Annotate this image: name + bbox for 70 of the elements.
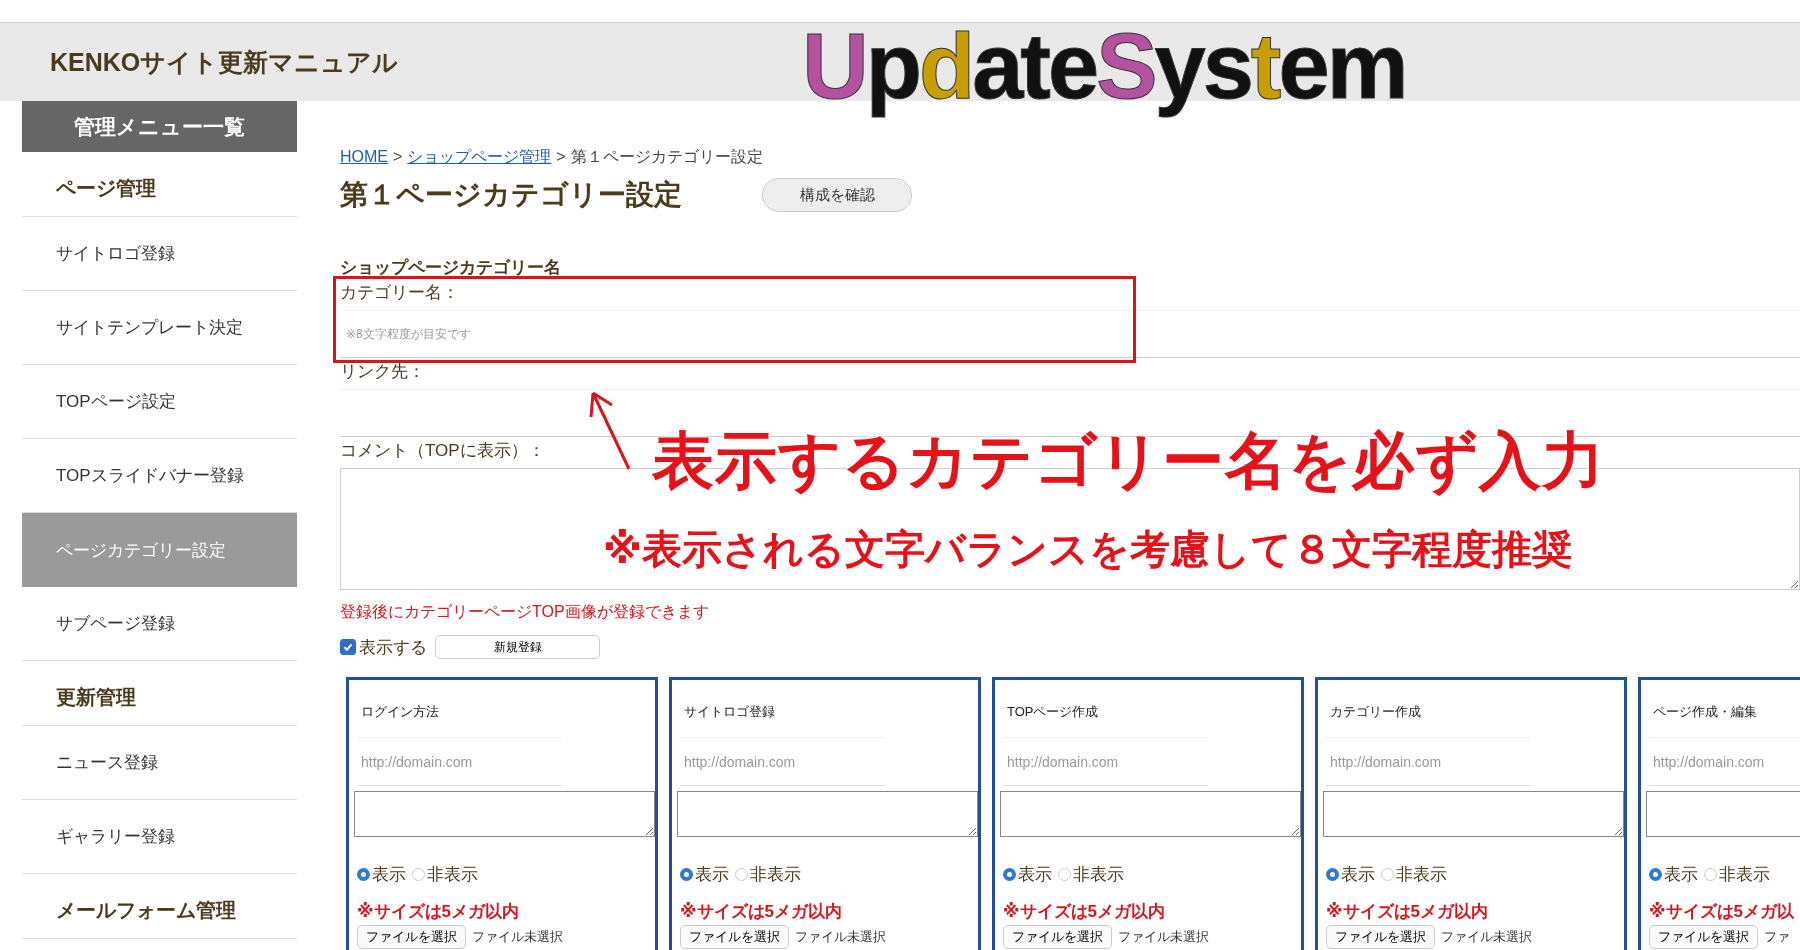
radio-button[interactable]	[1003, 868, 1016, 881]
radio-label: 表示	[1341, 864, 1375, 886]
radio-button[interactable]	[1649, 868, 1662, 881]
size-note: ※サイズは5メガ以内	[680, 901, 843, 923]
radio-label: 表示	[1018, 864, 1052, 886]
radio-label: 表示	[372, 864, 406, 886]
page-title: 第１ページカテゴリー設定	[340, 178, 682, 212]
radio-label: 非表示	[1396, 864, 1447, 886]
radio-button[interactable]	[357, 868, 370, 881]
size-note: ※サイズは5メガ以内	[1003, 901, 1166, 923]
file-button[interactable]: ファイルを選択	[1003, 925, 1112, 949]
new-button[interactable]: 新規登録	[435, 635, 600, 659]
file-status: ファイル未選択	[472, 928, 563, 946]
file-button[interactable]: ファイルを選択	[357, 925, 466, 949]
sidebar-item[interactable]: ギャラリー登録	[22, 800, 297, 874]
confirm-button[interactable]: 構成を確認	[762, 178, 912, 212]
sidebar-item[interactable]: ニュース登録	[22, 726, 297, 800]
radio-label: 表示	[695, 864, 729, 886]
checkbox-label: 表示する	[359, 636, 427, 659]
file-status: ファイル未選択	[1441, 928, 1532, 946]
annotation-subline: ※表示される文字バランスを考慮して８文字程度推奨	[603, 526, 1572, 573]
input-field[interactable]: ※8文字程度が目安です	[340, 310, 1800, 358]
field-label: リンク先：	[340, 361, 425, 383]
text-area[interactable]	[1000, 791, 1301, 837]
radio-label: 非表示	[750, 864, 801, 886]
radio-button[interactable]	[1058, 868, 1071, 881]
checkbox[interactable]	[340, 639, 356, 655]
sidebar-title: 管理メニュー一覧	[22, 101, 297, 152]
annotation-headline: 表示するカテゴリー名を必ず入力	[652, 425, 1605, 498]
sidebar-heading: ページ管理	[22, 152, 297, 217]
breadcrumb-separator: >	[393, 148, 403, 166]
breadcrumb-link[interactable]: ショップページ管理	[407, 147, 552, 168]
text-area[interactable]	[1323, 791, 1624, 837]
breadcrumb-current: 第１ページカテゴリー設定	[570, 147, 763, 167]
size-note: ※サイズは5メガ以内	[1326, 901, 1489, 923]
check-icon	[342, 641, 354, 653]
field-label: コメント（TOPに表示）：	[340, 440, 545, 462]
notice-text: 登録後にカテゴリーページTOP画像が登録できます	[340, 602, 710, 622]
section-title: ショップページカテゴリー名	[340, 257, 562, 279]
text-area[interactable]	[354, 791, 655, 837]
sidebar-item[interactable]: TOPページ設定	[22, 365, 297, 439]
radio-button[interactable]	[680, 868, 693, 881]
radio-button[interactable]	[1381, 868, 1394, 881]
radio-button[interactable]	[1704, 868, 1717, 881]
sidebar-heading: メールフォーム管理	[22, 874, 297, 939]
radio-button[interactable]	[412, 868, 425, 881]
file-button[interactable]: ファイルを選択	[680, 925, 789, 949]
size-note: ※サイズは5メガ以	[1649, 901, 1795, 923]
radio-label: 非表示	[1719, 864, 1770, 886]
site-title: KENKOサイト更新マニュアル	[50, 46, 399, 78]
radio-button[interactable]	[735, 868, 748, 881]
text-area[interactable]	[677, 791, 978, 837]
file-button[interactable]: ファイルを選択	[1326, 925, 1435, 949]
file-button[interactable]: ファイルを選択	[1649, 925, 1758, 949]
file-status: ファイル未選択	[1118, 928, 1209, 946]
breadcrumb-link[interactable]: HOME	[340, 148, 388, 166]
breadcrumb-separator: >	[556, 148, 566, 166]
radio-label: 非表示	[1073, 864, 1124, 886]
radio-button[interactable]	[1326, 868, 1339, 881]
radio-label: 表示	[1664, 864, 1698, 886]
field-label: カテゴリー名：	[340, 282, 459, 304]
sidebar-item[interactable]: サブページ登録	[22, 587, 297, 661]
size-note: ※サイズは5メガ以内	[357, 901, 520, 923]
file-status: ファイル未選択	[795, 928, 886, 946]
radio-label: 非表示	[427, 864, 478, 886]
sidebar-item[interactable]: サイトテンプレート決定	[22, 291, 297, 365]
sidebar-item[interactable]: サイトロゴ登録	[22, 217, 297, 291]
logo: UpdateSystem	[801, 13, 1407, 119]
sidebar-heading: 更新管理	[22, 661, 297, 726]
file-status: ファ	[1764, 928, 1790, 946]
